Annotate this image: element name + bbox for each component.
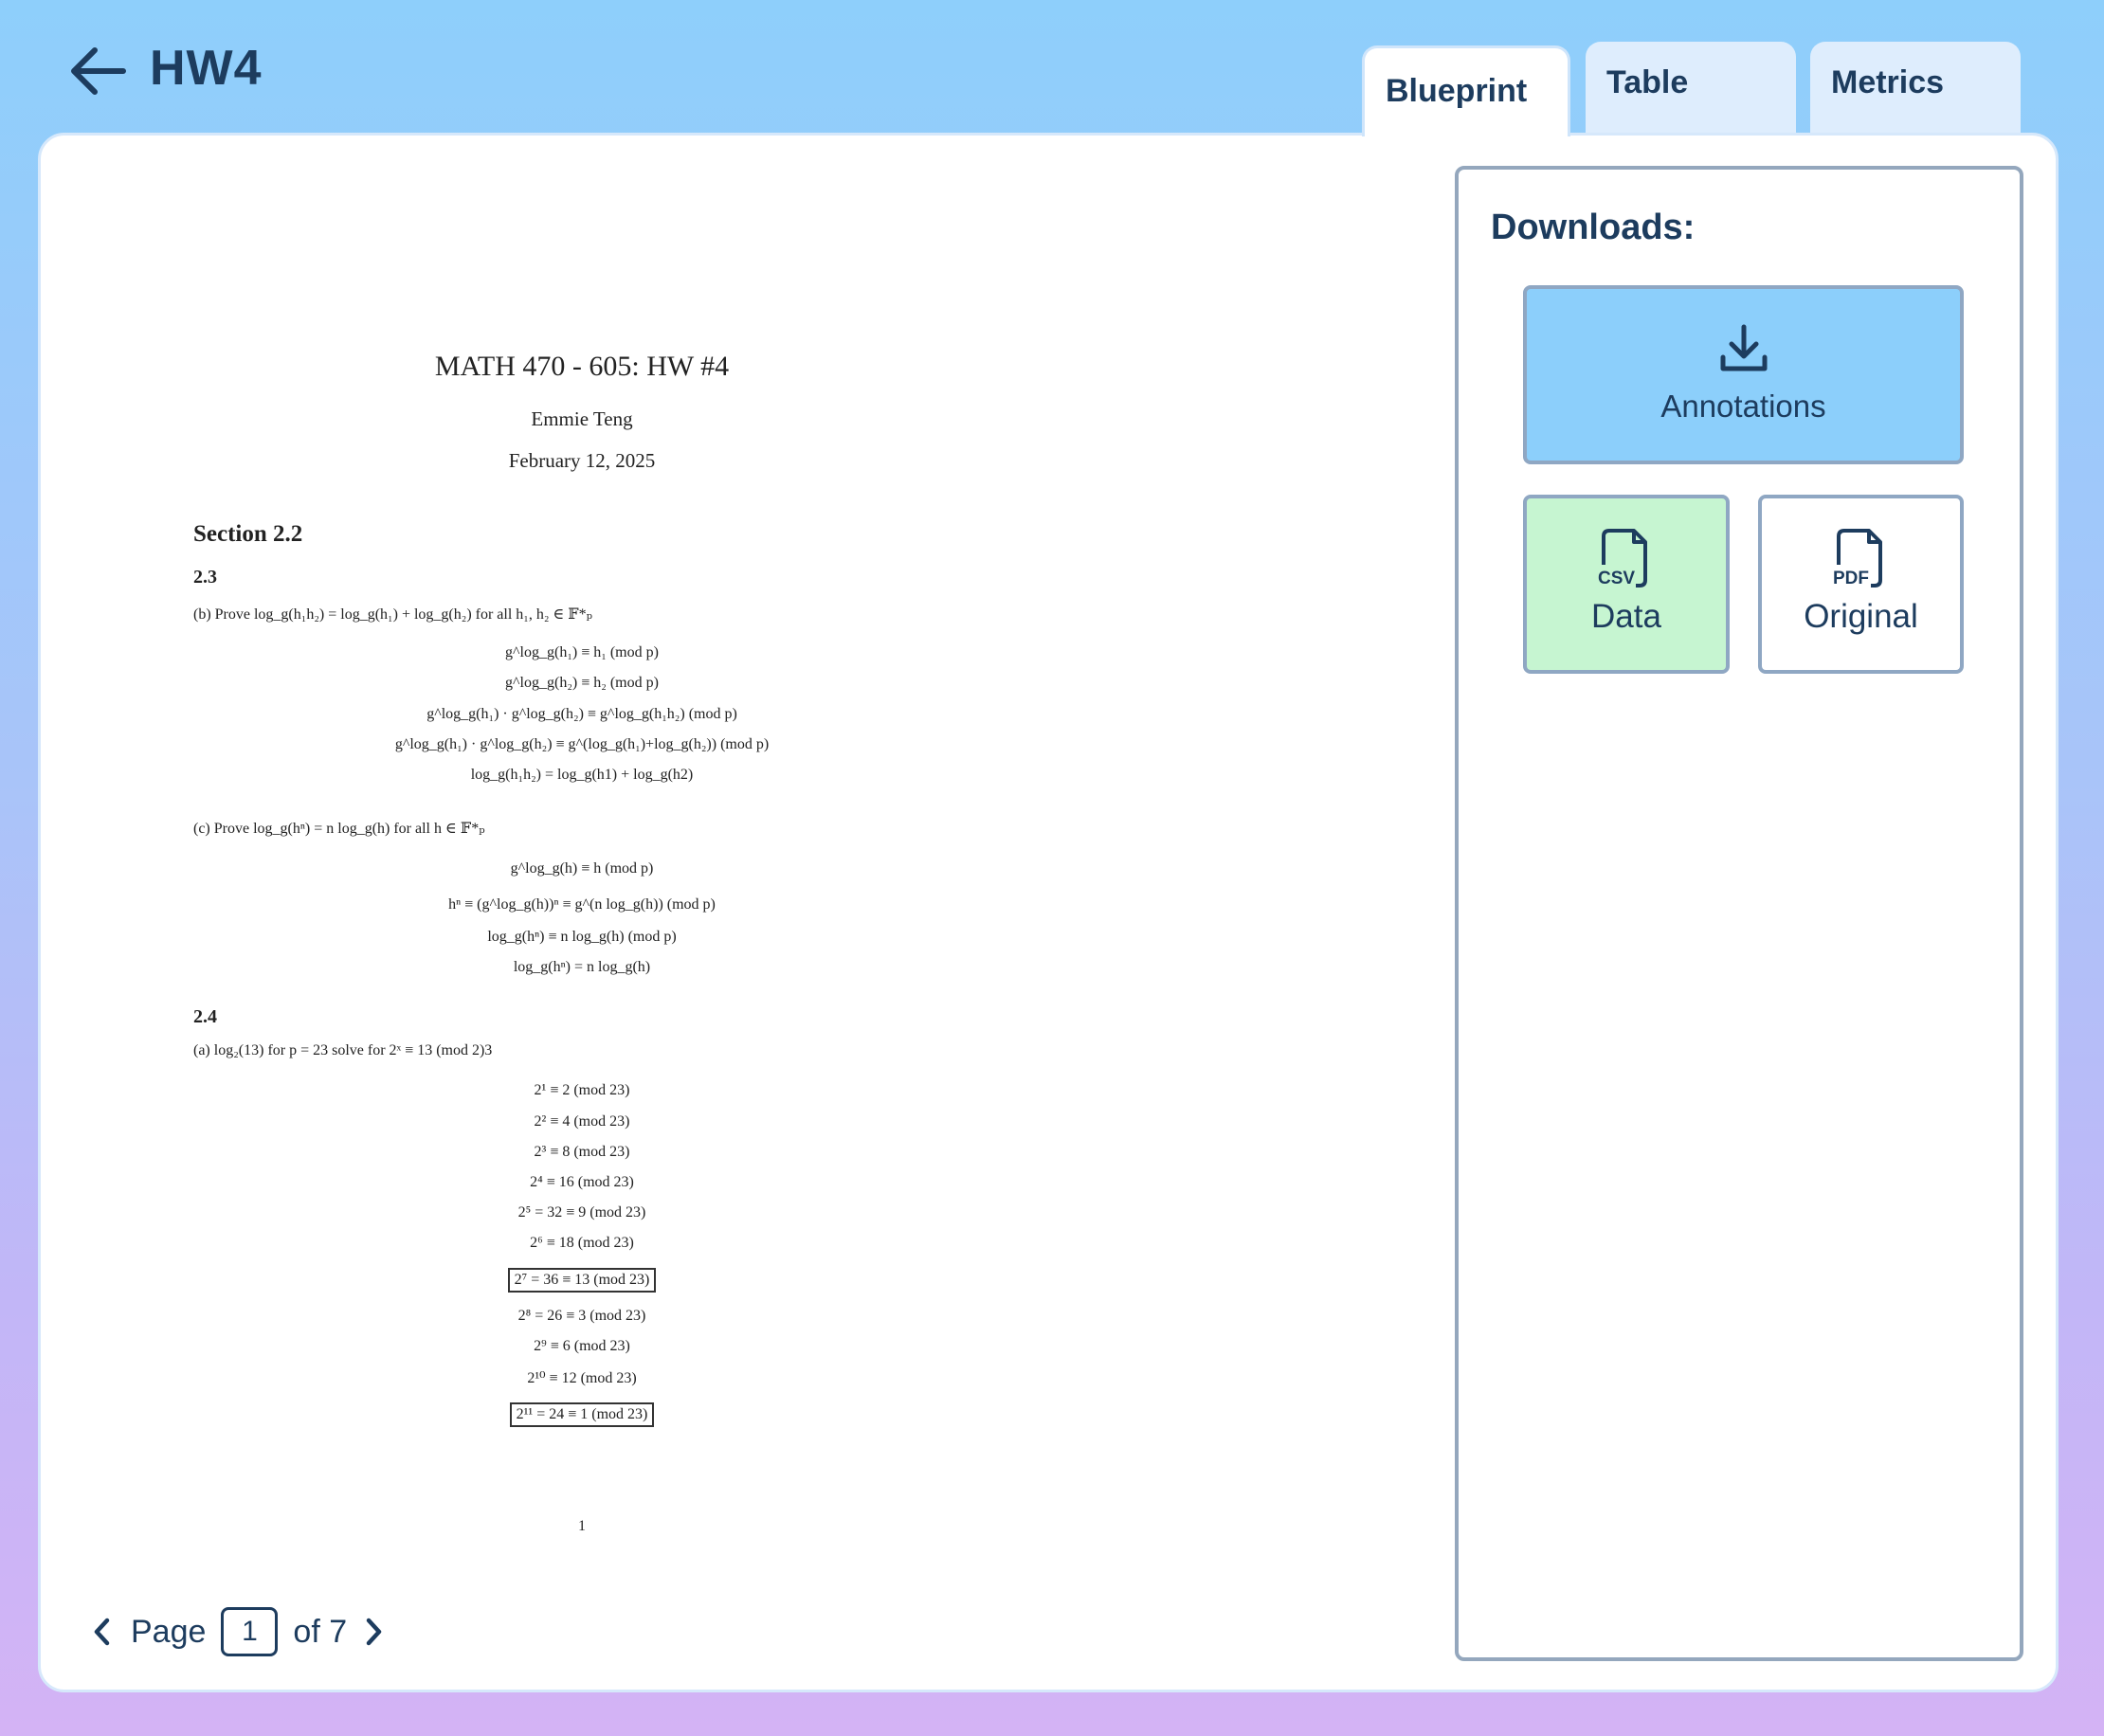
arrow-left-icon [71, 47, 126, 95]
page-title: HW4 [150, 41, 263, 96]
equation: 2⁵ = 32 ≡ 9 (mod 23) [517, 1204, 646, 1221]
equation: 2² ≡ 4 (mod 23) [534, 1113, 630, 1130]
previous-page-button[interactable] [83, 1608, 121, 1655]
download-icon [1720, 324, 1767, 371]
equation: log_g(hⁿ) ≡ n log_g(h) (mod p) [487, 929, 677, 945]
data-label: Data [1591, 598, 1661, 635]
chevron-right-icon [366, 1618, 382, 1646]
equation: log_g(h₁h₂) = log_g(h1) + log_g(h2) [470, 767, 694, 783]
page-number-input[interactable] [221, 1607, 279, 1656]
equation: g^log_g(h₁) · g^log_g(h₂) ≡ g^(log_g(h₁)… [394, 736, 770, 752]
tab-metrics[interactable]: Metrics [1810, 42, 2021, 136]
document-date: February 12, 2025 [508, 449, 656, 472]
annotations-label: Annotations [1660, 389, 1826, 424]
original-label: Original [1804, 598, 1918, 635]
pagination: Page of 7 [83, 1603, 392, 1660]
equation: 2³ ≡ 8 (mod 23) [534, 1144, 630, 1160]
document-preview: MATH 470 - 605: HW #4 Emmie Teng Februar… [171, 322, 986, 1554]
csv-file-icon: CSV [1598, 529, 1647, 588]
download-data-button[interactable]: CSV Data [1523, 495, 1730, 674]
equation: 2⁶ ≡ 18 (mod 23) [530, 1235, 634, 1251]
equation: g^log_g(h₂) ≡ h₂ (mod p) [505, 675, 659, 691]
page-label: Page [131, 1613, 207, 1650]
next-page-button[interactable] [354, 1608, 392, 1655]
equation: log_g(hⁿ) = n log_g(h) [513, 959, 651, 975]
download-annotations-button[interactable]: Annotations [1523, 285, 1964, 464]
back-button[interactable] [66, 38, 133, 104]
section-heading: Section 2.2 [193, 521, 303, 547]
downloads-panel: Downloads: Annotations CSV Data PDF Orig… [1455, 166, 2023, 1661]
document-page-number: 1 [578, 1518, 586, 1534]
chevron-left-icon [94, 1618, 110, 1646]
subsection-heading: 2.3 [193, 567, 217, 588]
subsection-heading: 2.4 [193, 1006, 217, 1027]
equation: g^log_g(h₁) · g^log_g(h₂) ≡ g^log_g(h₁h₂… [426, 706, 737, 722]
page-total: of 7 [293, 1613, 348, 1650]
equation: 2¹⁰ ≡ 12 (mod 23) [527, 1370, 637, 1386]
equation: 2¹ ≡ 2 (mod 23) [534, 1082, 630, 1098]
csv-badge: CSV [1598, 569, 1635, 588]
problem-statement: (c) Prove log_g(hⁿ) = n log_g(h) for all… [193, 821, 485, 837]
boxed-equation: 2⁷ = 36 ≡ 13 (mod 23) [507, 1268, 657, 1293]
tab-blueprint[interactable]: Blueprint [1362, 45, 1570, 136]
equation: 2⁴ ≡ 16 (mod 23) [530, 1174, 634, 1190]
problem-statement: (a) log₂(13) for p = 23 solve for 2ˣ ≡ 1… [193, 1042, 493, 1058]
equation: g^log_g(h₁) ≡ h₁ (mod p) [505, 644, 659, 660]
document-author: Emmie Teng [531, 407, 633, 430]
boxed-equation: 2¹¹ = 24 ≡ 1 (mod 23) [509, 1402, 655, 1427]
download-original-button[interactable]: PDF Original [1758, 495, 1964, 674]
equation: 2⁸ = 26 ≡ 3 (mod 23) [517, 1308, 646, 1324]
equation: g^log_g(h) ≡ h (mod p) [510, 860, 654, 877]
pdf-file-icon: PDF [1833, 529, 1882, 588]
pdf-badge: PDF [1833, 569, 1869, 588]
document-title: MATH 470 - 605: HW #4 [434, 351, 730, 382]
problem-statement: (b) Prove log_g(h₁h₂) = log_g(h₁) + log_… [193, 606, 593, 623]
downloads-title: Downloads: [1491, 208, 1696, 247]
equation: hⁿ ≡ (g^log_g(h))ⁿ ≡ g^(n log_g(h)) (mod… [448, 896, 716, 913]
tab-table[interactable]: Table [1586, 42, 1796, 136]
equation: 2⁹ ≡ 6 (mod 23) [534, 1338, 630, 1354]
